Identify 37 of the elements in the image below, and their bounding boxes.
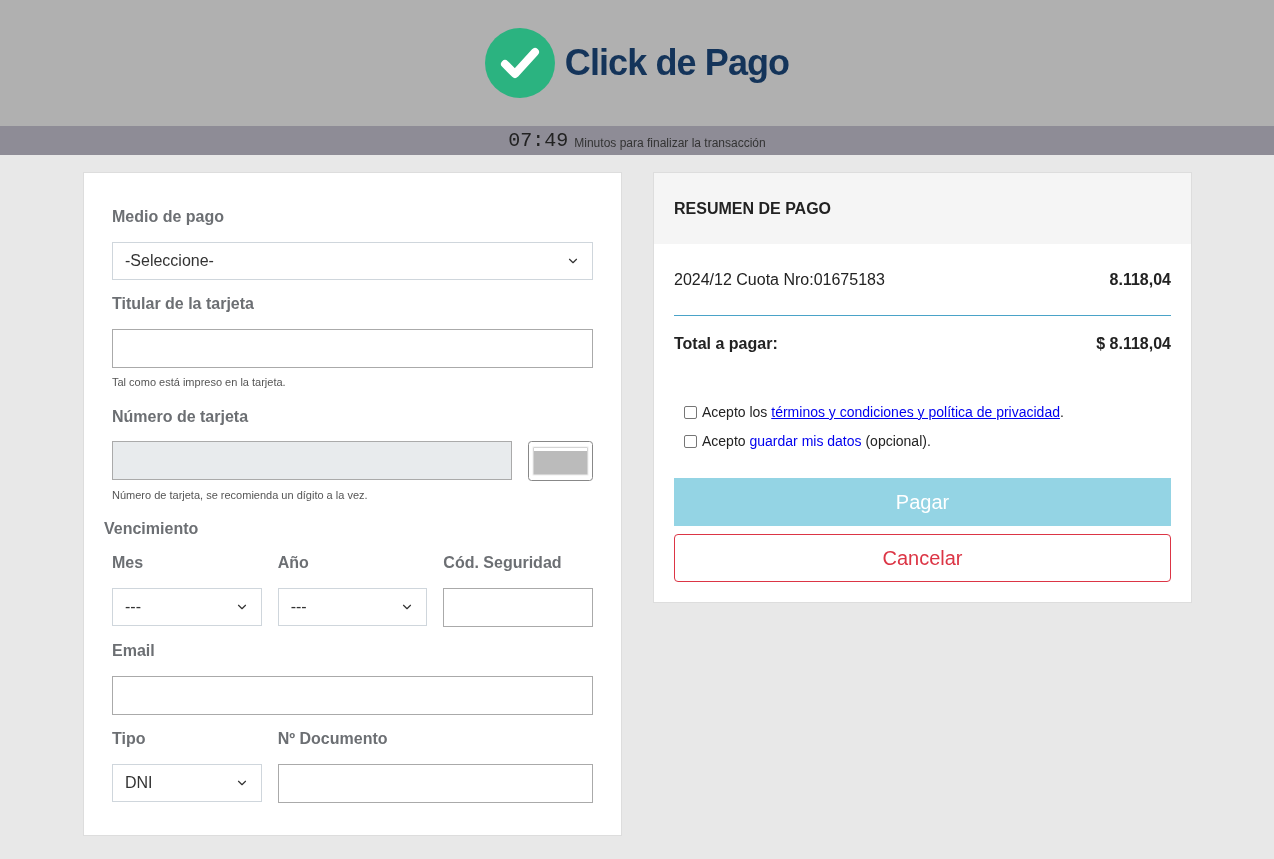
total-amount: $ 8.118,04 bbox=[1096, 334, 1171, 354]
consent-link[interactable]: guardar mis datos bbox=[749, 433, 862, 449]
input-field[interactable] bbox=[112, 676, 593, 715]
card-icon bbox=[528, 440, 593, 481]
item-description: 2024/12 Cuota Nro:01675183 bbox=[674, 269, 885, 290]
timer-value: 07:49 bbox=[508, 127, 569, 154]
input-field[interactable] bbox=[277, 764, 593, 803]
field-label: Número de tarjeta bbox=[112, 406, 250, 427]
summary-title: RESUMEN DE PAGO bbox=[674, 198, 832, 219]
field-label: Cód. Seguridad bbox=[443, 553, 563, 573]
logo-text: Click de Pago bbox=[564, 41, 790, 85]
select-field[interactable]: DNI bbox=[112, 764, 262, 802]
checkbox[interactable] bbox=[684, 406, 697, 419]
cancel-button[interactable]: Cancelar bbox=[674, 534, 1171, 582]
field-hint: Número de tarjeta, se recomienda un dígito a la vez. bbox=[112, 487, 369, 503]
field-label: Tipo bbox=[112, 729, 147, 749]
input-field[interactable] bbox=[443, 588, 593, 627]
select-field[interactable]: --- bbox=[112, 588, 262, 626]
consent-text: Acepto los términos y condiciones y política de privacidad. bbox=[702, 403, 1064, 422]
consent-text: Acepto guardar mis datos (opcional). bbox=[702, 432, 931, 451]
field-hint: Tal como está impreso en la tarjeta. bbox=[112, 375, 287, 390]
field-label: Titular de la tarjeta bbox=[112, 294, 255, 314]
select-field[interactable]: -Seleccione- bbox=[112, 242, 593, 280]
field-label: Nº Documento bbox=[277, 729, 389, 749]
input-field[interactable] bbox=[112, 329, 593, 368]
consent-link[interactable]: términos y condiciones y política de privacidad bbox=[771, 404, 1060, 420]
select-field[interactable]: --- bbox=[277, 588, 428, 626]
total-label: Total a pagar: bbox=[674, 334, 778, 354]
timer-text: Minutos para finalizar la transacción bbox=[574, 134, 766, 152]
field-label: Medio de pago bbox=[112, 207, 225, 227]
check-circle-icon bbox=[484, 28, 555, 98]
checkbox[interactable] bbox=[684, 435, 697, 448]
item-amount: 8.118,04 bbox=[1109, 269, 1171, 290]
field-label: Email bbox=[112, 641, 156, 661]
field-label: Mes bbox=[112, 553, 145, 573]
field-label: Año bbox=[277, 553, 310, 573]
field-label: Vencimiento bbox=[104, 519, 200, 539]
